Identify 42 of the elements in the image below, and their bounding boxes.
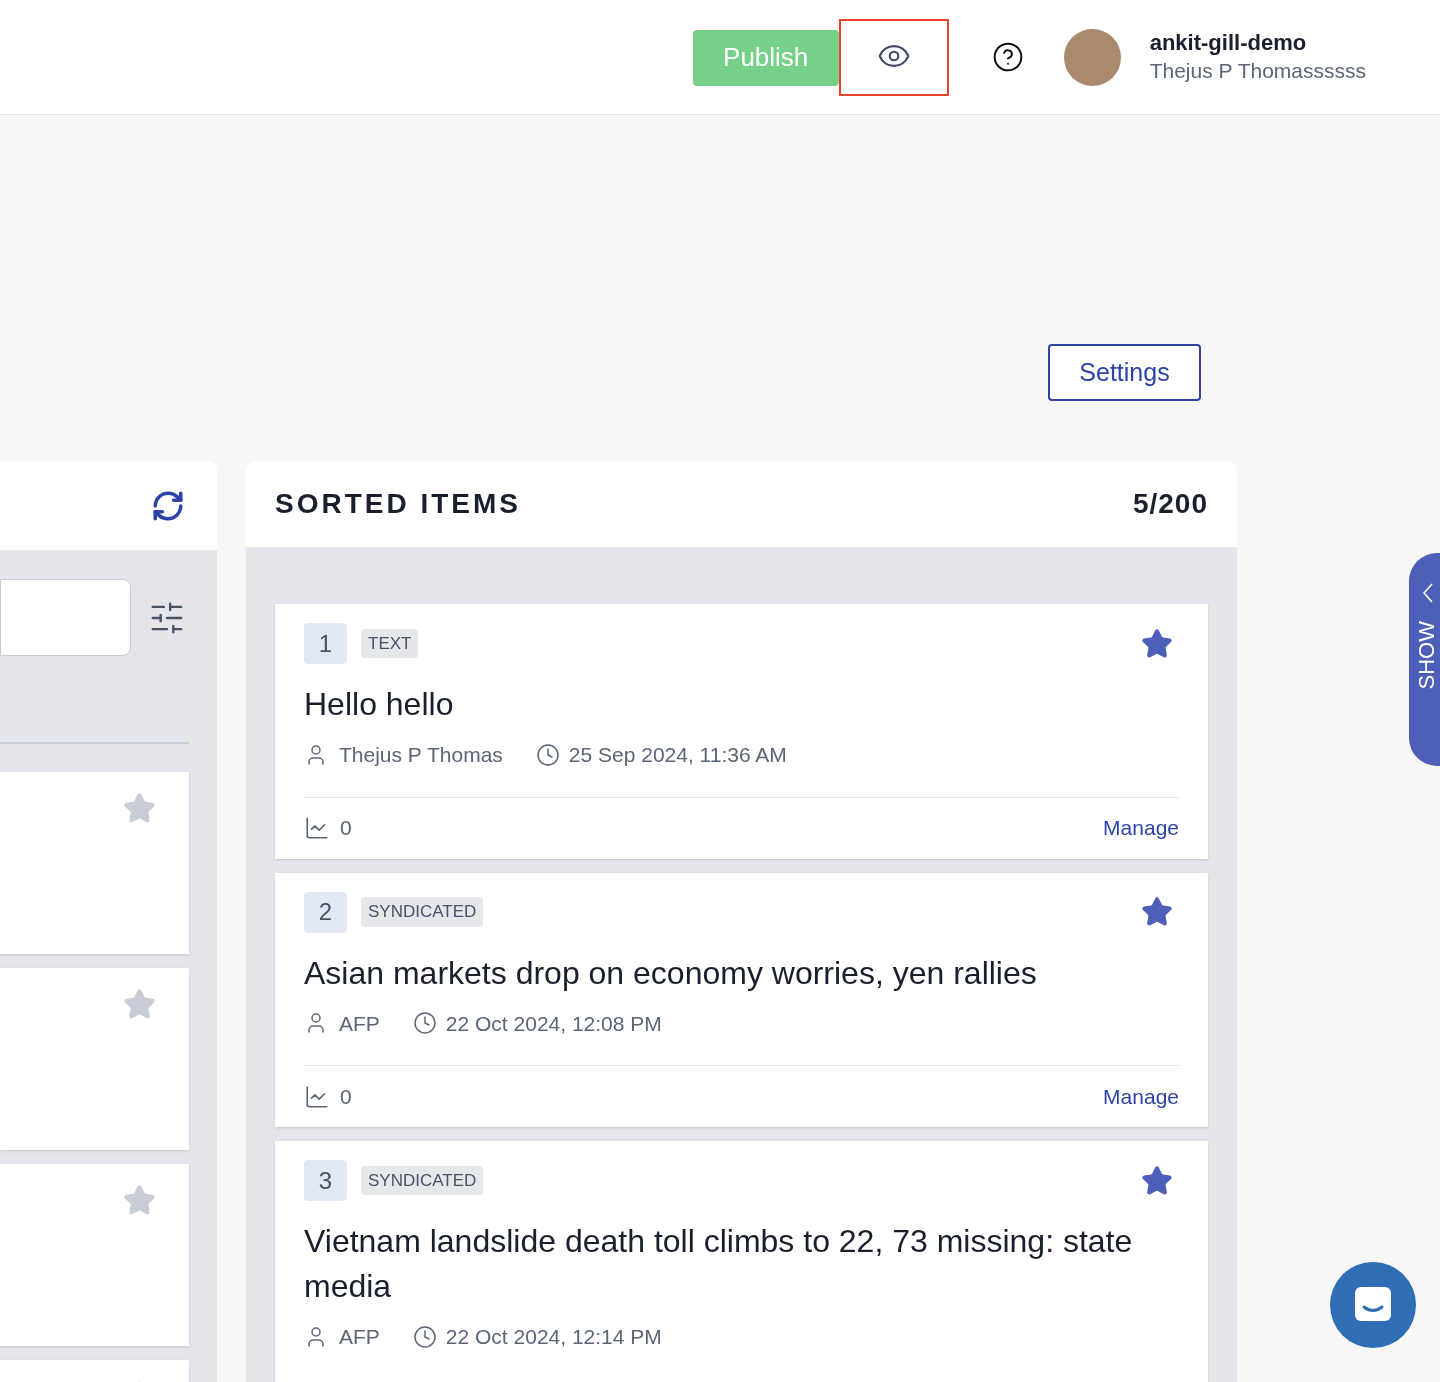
star-icon[interactable] <box>123 988 156 1021</box>
item-number: 3 <box>304 1160 347 1201</box>
item-title: Asian markets drop on economy worries, yen rallies <box>304 953 1038 993</box>
preview-button[interactable] <box>838 18 949 96</box>
item-title: Vietnam landslide death toll climbs to 22, 73 missing: state media <box>304 1222 1134 1306</box>
item-author: AFP <box>339 1010 380 1037</box>
search-field[interactable] <box>0 579 131 656</box>
item-number: 1 <box>304 623 347 664</box>
manage-link[interactable]: Manage <box>1103 812 1179 844</box>
manage-link[interactable]: Manage <box>1103 1080 1179 1113</box>
help-icon[interactable] <box>991 41 1024 73</box>
item-date: 25 Sep 2024, 11:36 AM <box>568 742 787 768</box>
item-date: 22 Oct 2024, 12:08 PM <box>445 1010 662 1037</box>
clock-icon <box>412 1324 437 1349</box>
chevron-left-icon <box>1422 583 1433 603</box>
workspace-name: ankit-gill-demo <box>1149 29 1308 57</box>
show-side-tab[interactable]: SHOW <box>1409 553 1440 766</box>
item-type-tag: SYNDICATED <box>361 1165 484 1196</box>
star-icon[interactable] <box>123 1184 156 1217</box>
item-type-tag: SYNDICATED <box>361 897 484 927</box>
view-count: 0 <box>340 815 352 842</box>
item-author: Thejus P Thomas <box>339 742 503 768</box>
item-card[interactable]: 2 SYNDICATED Asian markets drop on economy worries, yen rallies AFP 22 Oct 2024, 12:08 PM 0 Manage <box>275 872 1208 1127</box>
star-icon[interactable] <box>1141 896 1173 928</box>
user-name: Thejus P Thomassssss <box>1149 58 1366 84</box>
settings-button[interactable]: Settings <box>1048 344 1201 401</box>
clock-icon <box>412 1011 437 1036</box>
item-count: 5/200 <box>1132 487 1208 521</box>
item-card[interactable]: 3 SYNDICATED Vietnam landslide death toll climbs to 22, 73 missing: state media AFP 22 Oct 2024, 12:14 PM <box>275 1141 1208 1382</box>
chart-icon <box>304 815 330 841</box>
star-icon[interactable] <box>1141 1164 1173 1197</box>
panel-title: SORTED ITEMS <box>275 487 521 521</box>
star-icon[interactable] <box>123 792 156 825</box>
view-count: 0 <box>340 1083 352 1110</box>
star-icon[interactable] <box>1141 627 1173 660</box>
clock-icon <box>535 742 560 767</box>
item-author: AFP <box>339 1324 380 1350</box>
item-date: 22 Oct 2024, 12:14 PM <box>445 1324 662 1350</box>
item-number: 2 <box>304 891 347 933</box>
item-card[interactable]: 1 TEXT Hello hello Thejus P Thomas 25 Sep 2024, 11:36 AM 0 Manage <box>275 604 1208 859</box>
item-title: Hello hello <box>304 685 455 724</box>
item-type-tag: TEXT <box>361 628 419 659</box>
